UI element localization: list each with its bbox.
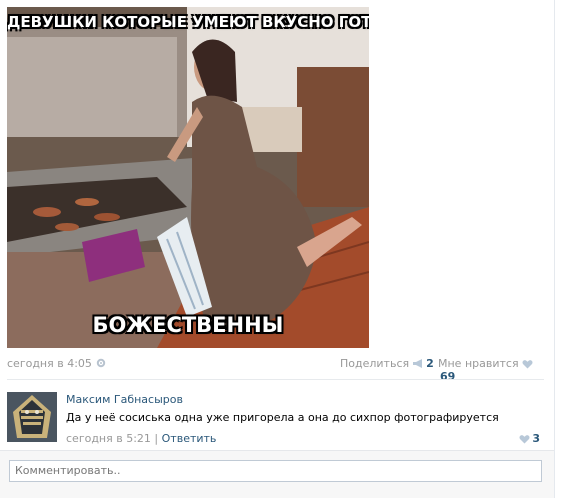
gear-icon[interactable] xyxy=(96,358,106,368)
meme-bottom-caption: БОЖЕСТВЕННЫ xyxy=(92,313,284,337)
post-date[interactable]: сегодня в 4:05 xyxy=(7,357,106,370)
divider xyxy=(7,379,544,380)
comment-author[interactable]: Максим Габнасыров xyxy=(66,393,183,406)
share-count: 2 xyxy=(426,357,434,370)
comment-date[interactable]: сегодня в 5:21 xyxy=(66,432,151,445)
reply-link[interactable]: Ответить xyxy=(162,432,217,445)
post-photo[interactable]: ДЕВУШКИ КОТОРЫЕ УМЕЮТ ВКУСНО ГОТОВИТЬ БО… xyxy=(7,7,369,348)
megaphone-icon xyxy=(413,359,423,368)
post-meta: сегодня в 4:05 Поделиться 2 Мне нравится6… xyxy=(7,357,539,383)
like-count: 69 xyxy=(440,370,456,383)
share-button[interactable]: Поделиться 2 xyxy=(340,357,434,370)
heart-icon xyxy=(522,360,533,369)
comment-form: Комментировать.. xyxy=(0,450,554,498)
share-label: Поделиться xyxy=(340,357,410,370)
avatar-image xyxy=(7,392,57,442)
wall-post: ДЕВУШКИ КОТОРЫЕ УМЕЮТ ВКУСНО ГОТОВИТЬ БО… xyxy=(0,0,555,498)
post-date-text[interactable]: сегодня в 4:05 xyxy=(7,357,92,370)
comment-like-count: 3 xyxy=(532,432,540,445)
meme-top-caption: ДЕВУШКИ КОТОРЫЕ УМЕЮТ ВКУСНО ГОТОВИТЬ xyxy=(7,13,369,31)
comment-separator: | xyxy=(154,432,159,445)
heart-icon xyxy=(519,435,530,444)
like-label: Мне нравится xyxy=(438,357,519,370)
comment-text: Да у неё сосиська одна уже пригорела а о… xyxy=(66,411,499,424)
comment-like-button[interactable]: 3 xyxy=(516,432,540,445)
comment-meta: сегодня в 5:21 | Ответить xyxy=(66,432,216,445)
photo-scene xyxy=(7,7,369,348)
comment-item: Максим Габнасыров Да у неё сосиська одна… xyxy=(7,388,544,445)
comment-input[interactable]: Комментировать.. xyxy=(9,460,542,482)
commenter-avatar[interactable] xyxy=(7,392,57,442)
